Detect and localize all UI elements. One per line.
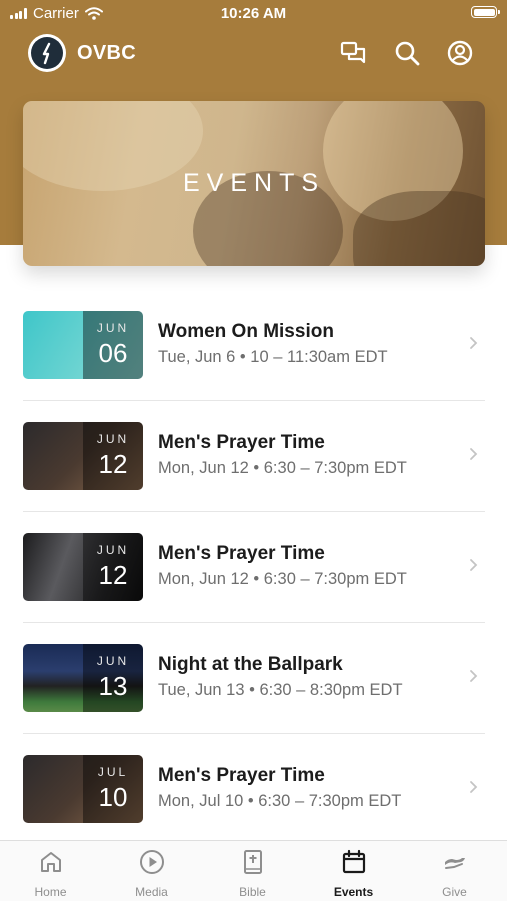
event-month: JUL bbox=[97, 765, 129, 779]
play-icon bbox=[140, 850, 164, 874]
event-day: 12 bbox=[98, 449, 128, 479]
chevron-right-icon bbox=[470, 670, 478, 682]
tab-media[interactable]: Media bbox=[101, 841, 202, 901]
event-month: JUN bbox=[96, 432, 130, 446]
event-row[interactable]: JUN 06 Women On Mission Tue, Jun 6 • 10 … bbox=[0, 290, 507, 401]
events-hero-banner: EVENTS bbox=[23, 101, 485, 266]
tab-give[interactable]: Give bbox=[404, 841, 505, 901]
event-month: JUN bbox=[96, 654, 130, 668]
event-month: JUN bbox=[96, 321, 130, 335]
event-month: JUN bbox=[96, 543, 130, 557]
tab-label: Media bbox=[135, 885, 168, 899]
tab-bible[interactable]: Bible bbox=[202, 841, 303, 901]
event-title: Men's Prayer Time bbox=[158, 432, 325, 453]
calendar-icon bbox=[342, 849, 366, 874]
chevron-right-icon bbox=[470, 559, 478, 571]
event-title: Men's Prayer Time bbox=[158, 765, 325, 786]
event-thumbnail: JUN 06 bbox=[23, 311, 143, 379]
event-datetime: Mon, Jul 10 • 6:30 – 7:30pm EDT bbox=[158, 792, 402, 810]
chat-icon[interactable] bbox=[339, 39, 367, 67]
event-row[interactable]: JUN 13 Night at the Ballpark Tue, Jun 13… bbox=[0, 623, 507, 734]
event-day: 06 bbox=[98, 338, 128, 368]
event-date-badge: JUL 10 bbox=[83, 755, 143, 823]
event-date-badge: JUN 06 bbox=[83, 311, 143, 379]
event-row[interactable]: JUN 12 Men's Prayer Time Mon, Jun 12 • 6… bbox=[0, 401, 507, 512]
status-time: 10:26 AM bbox=[220, 5, 287, 22]
event-thumbnail: JUL 10 bbox=[23, 755, 143, 823]
church-logo[interactable] bbox=[28, 34, 66, 72]
tab-label: Give bbox=[442, 885, 467, 899]
chevron-right-icon bbox=[470, 448, 478, 460]
tab-events[interactable]: Events bbox=[303, 841, 404, 901]
event-datetime: Tue, Jun 6 • 10 – 11:30am EDT bbox=[158, 348, 388, 366]
event-date-badge: JUN 13 bbox=[83, 644, 143, 712]
event-datetime: Tue, Jun 13 • 6:30 – 8:30pm EDT bbox=[158, 681, 403, 699]
event-datetime: Mon, Jun 12 • 6:30 – 7:30pm EDT bbox=[158, 459, 407, 477]
chevron-right-icon bbox=[470, 781, 478, 793]
event-datetime: Mon, Jun 12 • 6:30 – 7:30pm EDT bbox=[158, 570, 407, 588]
event-day: 12 bbox=[98, 560, 128, 590]
event-thumbnail: JUN 13 bbox=[23, 644, 143, 712]
event-date-badge: JUN 12 bbox=[83, 422, 143, 490]
event-date-badge: JUN 12 bbox=[83, 533, 143, 601]
tab-label: Bible bbox=[239, 885, 266, 899]
event-thumbnail: JUN 12 bbox=[23, 422, 143, 490]
home-icon bbox=[41, 852, 61, 872]
app-title: OVBC bbox=[77, 42, 136, 64]
hero-title: EVENTS bbox=[182, 169, 326, 197]
logo-icon bbox=[42, 42, 51, 65]
bible-icon bbox=[244, 850, 262, 874]
event-day: 13 bbox=[98, 671, 128, 701]
event-title: Women On Mission bbox=[158, 321, 334, 342]
event-title: Men's Prayer Time bbox=[158, 543, 325, 564]
status-bar: Carrier 10:26 AM bbox=[0, 0, 507, 28]
app-bar: OVBC bbox=[0, 30, 507, 78]
event-thumbnail: JUN 12 bbox=[23, 533, 143, 601]
bottom-tab-bar: Home Media Bible Events Give bbox=[0, 840, 507, 901]
chevron-right-icon bbox=[470, 337, 478, 349]
give-icon bbox=[445, 858, 465, 869]
event-day: 10 bbox=[98, 782, 128, 812]
tab-label: Events bbox=[333, 885, 374, 899]
tab-home[interactable]: Home bbox=[0, 841, 101, 901]
event-row[interactable]: JUL 10 Men's Prayer Time Mon, Jul 10 • 6… bbox=[0, 734, 507, 845]
search-icon[interactable] bbox=[393, 39, 421, 67]
battery-icon bbox=[471, 6, 500, 18]
tab-label: Home bbox=[34, 885, 67, 899]
profile-icon[interactable] bbox=[446, 39, 474, 67]
event-row[interactable]: JUN 12 Men's Prayer Time Mon, Jun 12 • 6… bbox=[0, 512, 507, 623]
event-title: Night at the Ballpark bbox=[158, 654, 343, 675]
